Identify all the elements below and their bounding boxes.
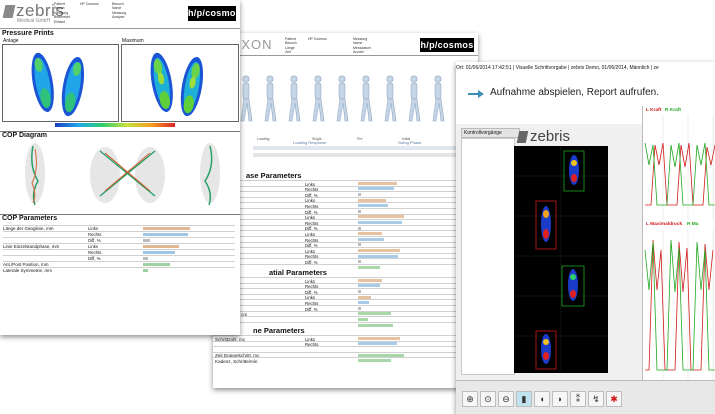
parameter-bar — [143, 232, 188, 236]
parameter-bar — [143, 226, 190, 230]
recording-list[interactable] — [461, 138, 515, 375]
spatial-parameters-table: e, GradLinksRechtsDiff, %, cmLinksRechts… — [213, 277, 475, 329]
gait-parameter-bar — [358, 317, 368, 321]
section-title: atial Parameters — [269, 268, 327, 277]
playback-toolbar: ⊕ ⊙ ⊖ ▮ ◖ ◗ ⁑ ↯ ✱ — [456, 380, 715, 414]
gait-parameter-bar — [358, 204, 388, 208]
section-title: ase Parameters — [246, 171, 302, 180]
settings-icon[interactable]: ✱ — [606, 391, 622, 407]
gait-figures — [240, 75, 445, 122]
gait-parameter-bar — [358, 226, 362, 230]
brand-box: h/p/cosmos — [420, 38, 474, 52]
parameter-row: Ant./Post Position, mm — [3, 261, 235, 267]
pressure-color-scale — [55, 123, 175, 127]
arrow-right-icon — [468, 90, 484, 98]
cop-parameters-table: Länge der Ganglinie, mm Links Rechts Diff, … — [3, 225, 235, 275]
gait-parameter-bar — [358, 284, 380, 288]
zoom-fit-icon[interactable]: ⊙ — [480, 391, 496, 407]
gait-parameter-bar — [358, 260, 362, 264]
gait-parameter-bar — [358, 181, 397, 185]
section-title: ne Parameters — [253, 326, 305, 335]
gait-parameter-row: Kadenz, Schritte/min — [213, 357, 475, 364]
gait-icon[interactable]: ↯ — [588, 391, 604, 407]
parameter-bar — [143, 250, 176, 254]
parameter-label: Laterale Symmetrie, mm — [3, 268, 53, 273]
zebris-software-window: Ort: 01/06/2014 17:42:51 | Visuelle Schr… — [456, 62, 715, 414]
gait-parameter-bar — [358, 215, 405, 219]
parameter-bar — [143, 256, 148, 260]
pressure-prints-title: Pressure Prints — [2, 30, 54, 37]
gait-parameter-bar — [358, 265, 380, 269]
parameter-bar — [143, 238, 151, 242]
swing-phase-label: Swing Phase — [398, 140, 422, 145]
gait-parameter-bar — [358, 187, 395, 191]
parameter-row: Länge der Ganglinie, mm Links — [3, 225, 235, 231]
gait-parameter-bar — [358, 254, 398, 258]
max-pressure-chart — [644, 230, 715, 380]
phase-parameters-table: , %LinksRechtsDiff, %ernahme, %LinksRech… — [213, 180, 475, 272]
time-parameters-table: Schrittzahl, mc Links Rechts Zeit Doppelsch… — [213, 335, 475, 365]
gait-parameter-label: Kadenz, Schritte/min — [215, 358, 258, 364]
parameter-row: Diff, % — [3, 255, 235, 261]
gait-parameter-bar — [358, 209, 362, 213]
instruction-text: Aufnahme abspielen, Report aufrufen. — [490, 87, 659, 98]
single-foot-icon[interactable]: ▮ — [516, 391, 532, 407]
force-curves-pane[interactable]: L Kraft R Kraft L Maximaldruck R Ma — [642, 106, 715, 386]
gait-parameter-bar — [358, 306, 362, 310]
gait-parameter-row: nphase, % — [213, 264, 475, 271]
patient-info: Patient Besuch Länge Zeit — [285, 37, 297, 55]
parameter-row: Laterale Symmetrie, mm — [3, 267, 235, 273]
cop-diagram-title: COP Diagram — [2, 132, 47, 139]
gait-parameter-bar — [358, 237, 385, 241]
gait-parameter-bar — [358, 336, 400, 340]
gait-parameter-bar — [358, 295, 372, 299]
measurement-info-labels: Besuch Name Messung Analyse — [112, 2, 127, 20]
parameter-row: Rechts — [3, 249, 235, 255]
gait-parameter-bar — [358, 248, 400, 252]
gait-parameter-bar — [358, 232, 383, 236]
parameter-row: Rechts — [3, 231, 235, 237]
gait-parameter-bar — [358, 278, 383, 282]
force-chart — [644, 115, 715, 220]
gait-parameter-bar — [358, 353, 405, 357]
parameter-row: Diff, % — [3, 237, 235, 243]
gait-parameter-bar — [358, 220, 402, 224]
zebris-mark-icon — [2, 5, 16, 18]
zoom-out-icon[interactable]: ⊖ — [498, 391, 514, 407]
report-header: NXON Patient Besuch Länge Zeit HP Cosmos Me… — [213, 33, 478, 56]
tab-kontrollvorgaenge[interactable]: Kontrollvorgänge — [461, 128, 520, 138]
report-header: zebris Medical GmbH Patient Report Messu… — [0, 0, 240, 29]
zebris-mark-icon — [516, 131, 529, 143]
gait-parameter-bar — [358, 342, 397, 346]
gait-report-page: NXON Patient Besuch Länge Zeit HP Cosmos Me… — [213, 33, 478, 388]
parameter-bar — [143, 268, 149, 272]
gait-parameter-bar — [358, 312, 391, 316]
patient-info-labels: Patient Report Messung Bearbeitet Erfass… — [54, 2, 70, 24]
left-foot-icon[interactable]: ◖ — [534, 391, 550, 407]
pressure-print-maximum — [121, 44, 239, 122]
gait-parameter-bar — [358, 289, 362, 293]
zoom-in-icon[interactable]: ⊕ — [462, 391, 478, 407]
brand-box: h/p/cosmos — [188, 6, 240, 21]
gait-parameter-bar — [358, 243, 362, 247]
cop-parameters-title: COP Parameters — [2, 215, 58, 222]
cop-diagram — [25, 143, 220, 206]
pressure-playback-view[interactable] — [514, 146, 608, 373]
gait-parameter-bar — [358, 323, 394, 327]
pressure-print-average — [2, 44, 119, 122]
right-foot-icon[interactable]: ◗ — [552, 391, 568, 407]
stance-phase-label: Loading Response — [293, 140, 327, 145]
both-feet-icon[interactable]: ⁑ — [570, 391, 586, 407]
zebris-logo: zebris — [516, 128, 596, 148]
gait-parameter-bar — [358, 359, 391, 363]
parameter-row: Linie Einzelstandphase, mm Links — [3, 243, 235, 249]
gait-parameter-bar — [358, 198, 386, 202]
pressure-report-page: zebris Medical GmbH Patient Report Messu… — [0, 0, 240, 335]
gait-parameter-bar — [358, 192, 362, 196]
parameter-bar — [143, 262, 170, 266]
gait-parameter-bar — [358, 301, 369, 305]
parameter-bar — [143, 244, 179, 248]
